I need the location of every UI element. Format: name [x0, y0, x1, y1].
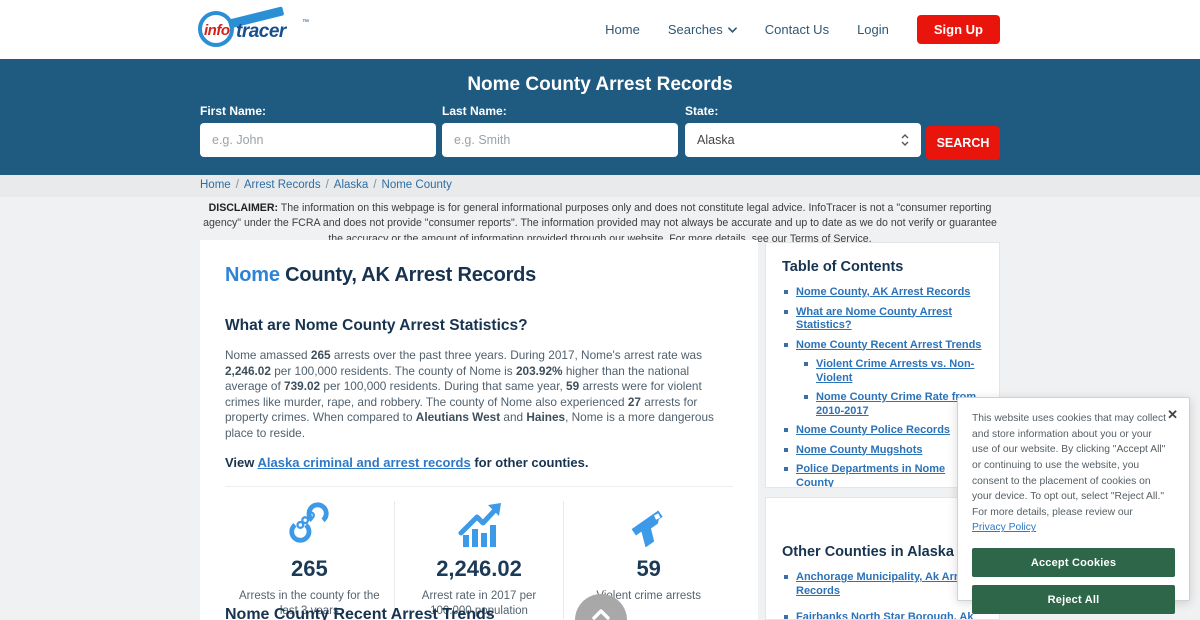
breadcrumb-alaska[interactable]: Alaska [334, 179, 369, 191]
alaska-records-link[interactable]: Alaska criminal and arrest records [258, 455, 471, 470]
search-button[interactable]: SEARCH [926, 126, 1000, 160]
toc-item: Police Departments in Nome County [782, 463, 983, 487]
gun-icon [574, 501, 723, 547]
handcuffs-icon [235, 501, 384, 547]
sign-up-button[interactable]: Sign Up [916, 15, 1000, 44]
logo-info-text: info [204, 22, 230, 39]
stat-violent-crime-value: 59 [636, 556, 661, 581]
stats-row: 265 Arrests in the county for the last 3… [225, 486, 733, 619]
toc-item: Nome County Mugshots [782, 444, 983, 458]
nav-contact-us[interactable]: Contact Us [765, 22, 829, 37]
site-header: info tracer ™ Home Searches Contact Us L… [0, 0, 1200, 59]
stat-arrest-rate: 2,246.02 Arrest rate in 2017 per 100.000… [393, 501, 564, 619]
accept-cookies-button[interactable]: Accept Cookies [972, 548, 1175, 578]
toc-list: Nome County, AK Arrest Records What are … [782, 286, 983, 487]
nav-searches[interactable]: Searches [668, 22, 737, 37]
cookie-consent-dialog: ✕ This website uses cookies that may col… [957, 397, 1190, 615]
nav-login[interactable]: Login [857, 22, 889, 37]
select-stepper-icon [901, 134, 909, 146]
logo-trademark: ™ [302, 19, 309, 26]
last-name-label: Last Name: [442, 104, 507, 118]
trend-chart-icon [405, 501, 554, 547]
state-label: State: [685, 104, 719, 118]
first-name-input[interactable] [200, 123, 436, 157]
breadcrumb-nome-county[interactable]: Nome County [382, 179, 452, 191]
hero-search-banner: Nome County Arrest Records First Name: L… [0, 59, 1200, 175]
logo-tracer-text: tracer [236, 21, 286, 42]
other-county-item: Fairbanks North Star Borough, Ak Arrest [782, 611, 983, 619]
state-selected-value: Alaska [697, 133, 735, 147]
breadcrumb-arrest-records[interactable]: Arrest Records [244, 179, 321, 191]
stat-arrests-value: 265 [290, 556, 328, 581]
nav-home[interactable]: Home [605, 22, 640, 37]
reject-all-button[interactable]: Reject All [972, 585, 1175, 615]
statistics-section-title: What are Nome County Arrest Statistics? [225, 317, 528, 334]
close-icon[interactable]: ✕ [1167, 407, 1178, 423]
people-search-form: First Name: Last Name: State: Alaska SEA… [200, 104, 1000, 160]
statistics-paragraph: Nome amassed 265 arrests over the past t… [225, 348, 714, 440]
toc-item: Nome County Police Records [782, 424, 983, 438]
toc-item: Nome County Recent Arrest Trends [782, 339, 983, 353]
first-name-group: First Name: [200, 104, 436, 157]
other-counties-list: Anchorage Municipality, Ak Arrest Record… [782, 571, 983, 619]
stat-arrest-rate-value: 2,246.02 [436, 556, 522, 581]
state-select[interactable]: Alaska [685, 123, 921, 157]
infotracer-logo[interactable]: info tracer ™ [198, 6, 309, 51]
toc-subitem: Violent Crime Arrests vs. Non-Violent [802, 358, 983, 385]
next-section-title: Nome County Recent Arrest Trends [225, 606, 495, 620]
view-records-line: View Alaska criminal and arrest records … [225, 455, 589, 470]
toc-subitem: Nome County Crime Rate from 2010-2017 [802, 391, 983, 418]
cookie-consent-text: This website uses cookies that may colle… [972, 413, 1167, 534]
article-title: Nome County, AK Arrest Records [225, 264, 537, 286]
breadcrumb: Home / Arrest Records / Alaska / Nome County [200, 179, 452, 191]
last-name-group: Last Name: [442, 104, 678, 157]
toc-title: Table of Contents [782, 259, 904, 275]
page-title: Nome County Arrest Records [467, 74, 733, 95]
breadcrumb-home[interactable]: Home [200, 179, 231, 191]
last-name-input[interactable] [442, 123, 678, 157]
first-name-label: First Name: [200, 104, 267, 118]
main-nav: Home Searches Contact Us Login Sign Up [605, 0, 1000, 59]
other-counties-title: Other Counties in Alaska [782, 544, 954, 560]
state-group: State: Alaska [685, 104, 921, 157]
toc-item: Nome County, AK Arrest Records [782, 286, 983, 300]
privacy-policy-link[interactable]: Privacy Policy [972, 522, 1036, 533]
toc-item: What are Nome County Arrest Statistics? [782, 306, 983, 333]
article-card: Nome County, AK Arrest Records What are … [200, 240, 758, 620]
chevron-down-icon [727, 26, 737, 33]
chevron-up-icon [592, 609, 610, 620]
other-county-item: Anchorage Municipality, Ak Arrest Record… [782, 571, 983, 598]
stat-arrests: 265 Arrests in the county for the last 3… [225, 501, 394, 619]
breadcrumb-bar: Home / Arrest Records / Alaska / Nome County [0, 175, 1200, 197]
